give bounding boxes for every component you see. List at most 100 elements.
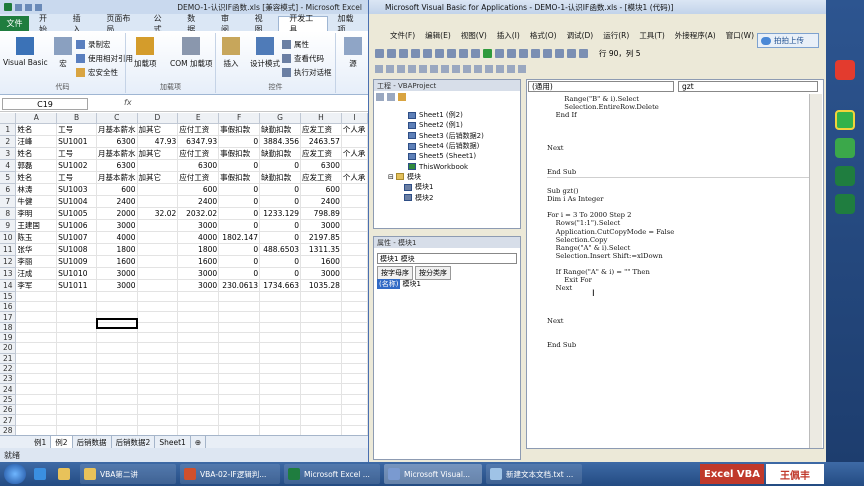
menu-edit[interactable]: 编辑(E) [420,30,456,41]
cell[interactable] [259,353,302,364]
column-header[interactable]: D [137,113,179,124]
cell[interactable]: 姓名 [15,147,58,160]
column-header[interactable]: E [177,113,220,124]
cell[interactable] [177,342,220,354]
cell[interactable] [218,332,261,344]
row-header[interactable]: 24 [0,383,17,395]
cell[interactable] [137,243,179,256]
cell[interactable]: 张华 [15,243,58,256]
break-icon[interactable] [495,48,504,58]
cell[interactable] [177,394,220,406]
cell[interactable]: 0 [218,159,261,172]
cell[interactable] [96,383,138,395]
cell[interactable]: SU1003 [56,183,98,196]
list-constants-icon[interactable] [386,65,394,73]
cell[interactable] [218,342,261,354]
cell[interactable]: 0 [259,255,302,268]
cell[interactable] [15,322,58,333]
cell[interactable] [341,195,368,208]
row-header[interactable]: 26 [0,404,17,416]
cell[interactable]: 0 [259,195,302,208]
cell[interactable] [177,311,220,323]
cell[interactable]: SU1004 [56,195,98,208]
tab-developer[interactable]: 开发工具 [278,14,328,34]
row-header[interactable]: 18 [0,322,17,333]
tab-formulas[interactable]: 公式 [144,14,178,34]
cell[interactable]: 3000 [96,267,138,280]
cell[interactable] [15,383,58,395]
cell[interactable] [177,322,220,333]
cell[interactable]: 应付工资 [177,171,220,184]
cell[interactable] [177,425,220,435]
cell[interactable] [341,394,368,406]
cell[interactable] [96,291,138,303]
cell[interactable]: 汪峰 [15,135,58,148]
cell[interactable]: 0 [218,183,261,196]
cell[interactable] [341,373,368,385]
cell[interactable]: 3000 [177,219,220,232]
row-header[interactable]: 9 [0,219,17,232]
cell[interactable]: SU1001 [56,135,98,148]
cell[interactable]: 月基本薪水 [96,171,138,184]
procedure-dropdown[interactable]: gzt [678,81,818,92]
cell[interactable]: 李丽 [15,255,58,268]
uncomment-block-icon[interactable] [474,65,482,73]
task-vba-lesson[interactable]: VBA第二讲 [80,464,176,484]
cell[interactable] [300,394,342,406]
cell[interactable] [137,219,179,232]
cell[interactable] [259,414,302,426]
design-mode-icon[interactable] [519,48,528,58]
row-header[interactable]: 3 [0,147,17,160]
object-combo[interactable]: 模块1 模块 [377,253,517,264]
cell[interactable] [341,332,368,344]
code-editor[interactable]: Range("B" & i).Select Selection.EntireRo… [547,95,817,349]
tree-item-module2[interactable]: 模块2 [374,192,520,202]
code-scrollbar[interactable] [809,94,822,448]
view-code-button[interactable]: 查看代码 [282,53,324,64]
tab-view[interactable]: 视图 [245,14,279,34]
cell[interactable]: 应付工资 [177,147,220,160]
cell[interactable] [259,363,302,375]
cell[interactable]: 2000 [96,207,138,220]
insert-control-button[interactable]: 插入 [222,37,240,69]
row-header[interactable]: 7 [0,195,17,208]
row-header[interactable]: 27 [0,414,17,426]
cell[interactable] [15,301,58,313]
cell[interactable]: 姓名 [15,123,58,136]
column-header[interactable]: B [56,113,98,124]
cell[interactable]: 3000 [96,279,138,292]
cell[interactable] [96,394,138,406]
cell[interactable] [341,425,368,435]
cell[interactable] [96,363,138,375]
row-header[interactable]: 8 [0,207,17,220]
cell[interactable] [218,363,261,375]
comment-block-icon[interactable] [463,65,471,73]
cell[interactable]: 月基本薪水 [96,147,138,160]
cell[interactable]: 1734.663 [259,279,302,292]
cell[interactable]: 1233.129 [259,207,302,220]
tab-insert[interactable]: 插入 [63,14,97,34]
tab-home[interactable]: 开始 [29,14,63,34]
cell[interactable] [300,353,342,364]
cell[interactable]: 0 [218,207,261,220]
cell[interactable]: 工号 [56,171,98,184]
cell[interactable]: 林涛 [15,183,58,196]
cell[interactable] [341,135,368,148]
cell[interactable]: 牛健 [15,195,58,208]
cell[interactable]: 230.0613 [218,279,261,292]
cut-icon[interactable] [411,48,420,58]
column-header[interactable]: C [96,113,138,124]
object-dropdown[interactable]: (通用) [528,81,674,92]
cell[interactable] [300,311,342,323]
cell[interactable] [137,342,179,354]
cell[interactable] [137,414,179,426]
new-sheet-icon[interactable]: ⊕ [191,436,207,448]
cell[interactable] [15,394,58,406]
cell[interactable] [177,373,220,385]
cell[interactable]: 0 [259,219,302,232]
sheet-tab[interactable]: 后销数据 [73,436,112,448]
tree-item-sheet1[interactable]: Sheet1 (例2) [374,110,520,120]
cell[interactable]: 个人承 [341,123,368,136]
cell[interactable] [15,332,58,344]
row-header[interactable]: 11 [0,243,17,256]
